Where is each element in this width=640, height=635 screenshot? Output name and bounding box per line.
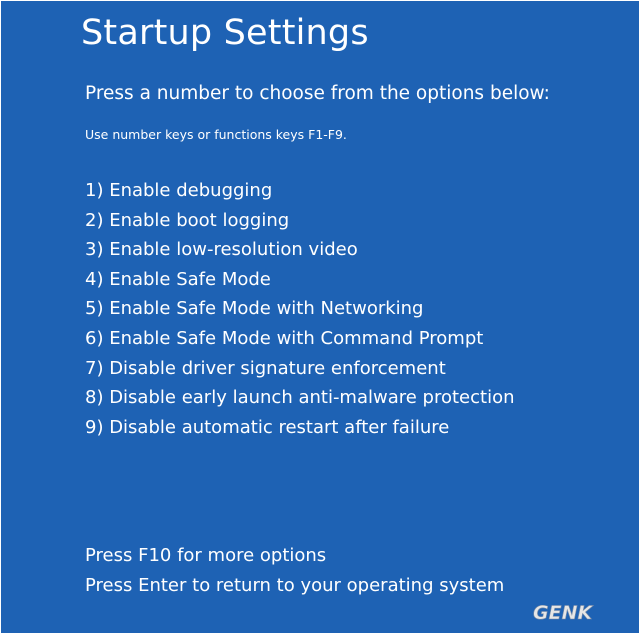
option-disable-driver-signature-enforcement[interactable]: 7) Disable driver signature enforcement (85, 356, 515, 386)
option-enable-debugging[interactable]: 1) Enable debugging (85, 178, 515, 208)
option-disable-automatic-restart[interactable]: 9) Disable automatic restart after failu… (85, 415, 515, 445)
instruction-text: Press a number to choose from the option… (85, 83, 550, 104)
startup-settings-screen: Startup Settings Press a number to choos… (1, 1, 639, 633)
hint-text: Use number keys or functions keys F1-F9. (85, 127, 347, 142)
page-title: Startup Settings (81, 13, 369, 53)
option-enable-safe-mode-networking[interactable]: 5) Enable Safe Mode with Networking (85, 296, 515, 326)
option-enable-safe-mode[interactable]: 4) Enable Safe Mode (85, 267, 515, 297)
option-enable-safe-mode-command-prompt[interactable]: 6) Enable Safe Mode with Command Prompt (85, 326, 515, 356)
genk-watermark-logo: GENK (533, 602, 594, 623)
watermark-text: GENK (533, 602, 593, 623)
startup-options-list: 1) Enable debugging 2) Enable boot loggi… (85, 178, 515, 444)
option-enable-low-resolution-video[interactable]: 3) Enable low-resolution video (85, 237, 515, 267)
return-to-os-prompt[interactable]: Press Enter to return to your operating … (85, 573, 504, 603)
more-options-prompt[interactable]: Press F10 for more options (85, 543, 504, 573)
option-disable-early-launch-anti-malware[interactable]: 8) Disable early launch anti-malware pro… (85, 385, 515, 415)
option-enable-boot-logging[interactable]: 2) Enable boot logging (85, 208, 515, 238)
footer-options: Press F10 for more options Press Enter t… (85, 543, 504, 603)
